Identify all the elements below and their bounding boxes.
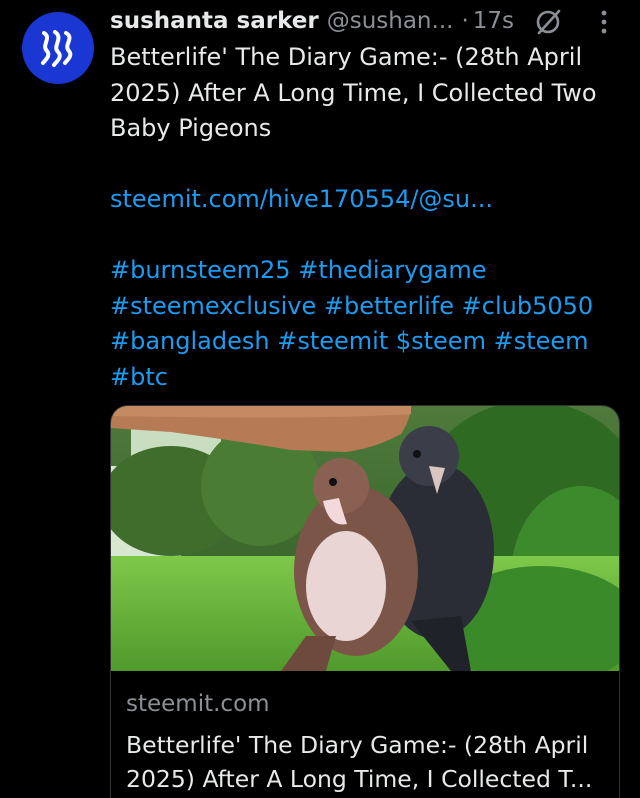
card-title: Betterlife' The Diary Game:- (28th April… (126, 728, 608, 796)
tweet-text-line: 2025) After A Long Time, I Collected Two (110, 78, 597, 107)
card-title-line: 2025) After A Long Time, I Collected T..… (126, 765, 593, 793)
grok-icon[interactable] (533, 7, 563, 37)
timestamp[interactable]: 17s (473, 8, 514, 34)
hashtag-line[interactable]: #bangladesh #steemit $steem #steem (110, 324, 625, 360)
tweet-text: Betterlife' The Diary Game:- (28th April… (110, 40, 625, 395)
hashtag-line[interactable]: #burnsteem25 #thediarygame (110, 253, 625, 289)
hashtag-line[interactable]: #steemexclusive #betterlife #club5050 (110, 289, 625, 325)
card-domain: steemit.com (126, 691, 270, 717)
card-title-line: Betterlife' The Diary Game:- (28th April (126, 731, 589, 759)
tweet-text-line: Betterlife' The Diary Game:- (28th April (110, 43, 583, 71)
hashtag-line[interactable]: #btc (110, 360, 625, 396)
more-vertical-icon[interactable] (594, 8, 614, 38)
link-preview-card[interactable]: steemit.com Betterlife' The Diary Game:-… (110, 405, 620, 798)
tweet-text-line: Baby Pigeons (110, 114, 272, 142)
card-image[interactable] (111, 406, 619, 671)
separator-dot: · (461, 8, 469, 34)
avatar[interactable] (22, 12, 94, 84)
user-handle[interactable]: @sushan... (327, 8, 454, 34)
post-link[interactable]: steemit.com/hive170554/@su... (110, 182, 625, 218)
tweet-header: sushanta sarker @sushan... · 17s (110, 4, 514, 38)
steem-logo-icon (41, 30, 73, 67)
display-name[interactable]: sushanta sarker (110, 8, 319, 34)
